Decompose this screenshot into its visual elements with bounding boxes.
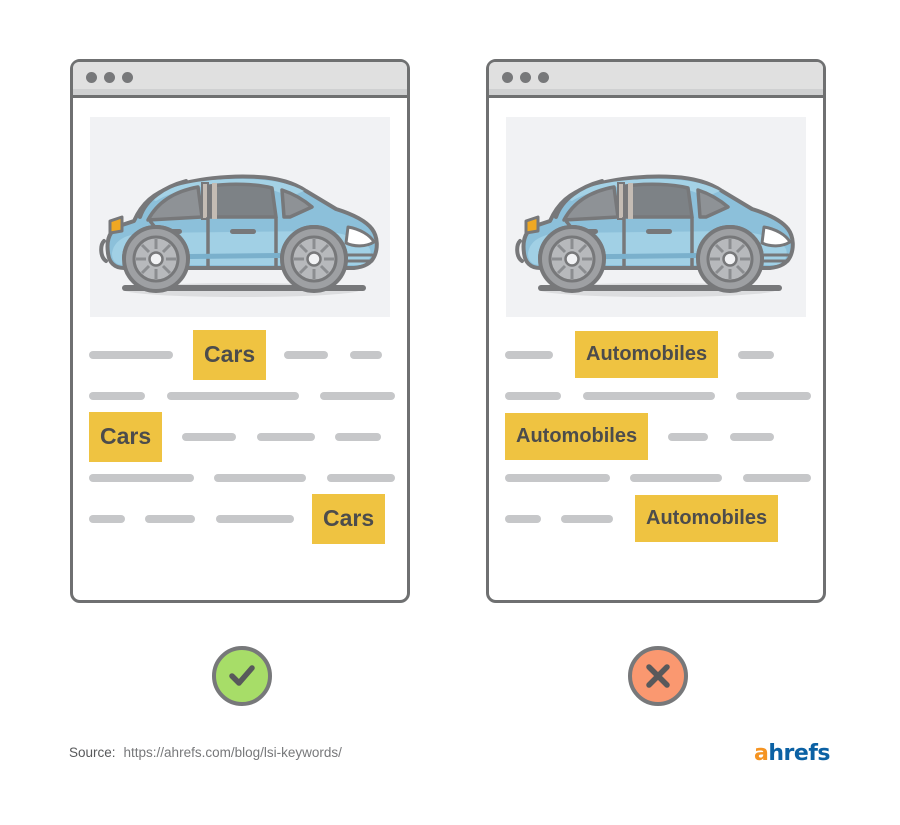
placeholder-text-bar xyxy=(216,514,294,523)
keyword-highlight: Automobiles xyxy=(505,413,649,460)
verdict-badge-recommended xyxy=(212,646,272,706)
text-row: Automobiles xyxy=(505,331,811,378)
logo-accent-letter: a xyxy=(754,741,769,766)
check-icon xyxy=(227,661,257,691)
dot-red-icon[interactable] xyxy=(86,72,97,83)
text-row xyxy=(505,457,811,498)
keyword-highlight: Automobiles xyxy=(575,331,719,378)
keyword-highlight: Cars xyxy=(89,411,163,462)
placeholder-text-bar xyxy=(89,473,194,482)
placeholder-text-bar xyxy=(736,391,811,400)
dot-green-icon[interactable] xyxy=(122,72,133,83)
placeholder-text-bar xyxy=(561,514,613,523)
cross-icon xyxy=(645,663,671,689)
placeholder-text-bar xyxy=(320,391,395,400)
keyword-highlight: Cars xyxy=(193,329,267,380)
text-row: Automobiles xyxy=(505,413,811,460)
text-row: Cars xyxy=(89,493,395,544)
text-row xyxy=(89,457,395,498)
placeholder-text-bar xyxy=(505,350,553,359)
text-row xyxy=(505,375,811,416)
car-illustration xyxy=(90,117,390,317)
placeholder-text-bar xyxy=(738,350,775,359)
placeholder-text-bar xyxy=(505,473,610,482)
placeholder-text-bar xyxy=(730,432,775,441)
placeholder-text-bar xyxy=(89,391,145,400)
source-label: Source: xyxy=(69,745,116,760)
placeholder-text-bar xyxy=(327,473,395,482)
keyword-highlight: Automobiles xyxy=(635,495,779,542)
window-controls xyxy=(86,72,133,83)
text-row: Cars xyxy=(89,329,395,380)
dot-yellow-icon[interactable] xyxy=(520,72,531,83)
dot-yellow-icon[interactable] xyxy=(104,72,115,83)
browser-titlebar xyxy=(489,62,823,98)
placeholder-text-bar xyxy=(284,350,329,359)
page-text-mock: Cars Cars Cars xyxy=(89,329,395,544)
browser-titlebar xyxy=(73,62,407,98)
placeholder-text-bar xyxy=(743,473,811,482)
placeholder-text-bar xyxy=(167,391,299,400)
placeholder-text-bar xyxy=(505,391,561,400)
text-row xyxy=(89,375,395,416)
placeholder-text-bar xyxy=(89,350,173,359)
ahrefs-logo[interactable]: ahrefs xyxy=(754,741,830,766)
keyword-highlight: Cars xyxy=(312,493,386,544)
placeholder-text-bar xyxy=(214,473,306,482)
placeholder-text-bar xyxy=(257,432,316,441)
placeholder-text-bar xyxy=(505,514,541,523)
browser-window-good-example: Cars Cars Cars xyxy=(70,59,410,603)
placeholder-text-bar xyxy=(350,350,383,359)
placeholder-text-bar xyxy=(668,432,709,441)
logo-brand-text: hrefs xyxy=(768,741,830,766)
dot-red-icon[interactable] xyxy=(502,72,513,83)
placeholder-text-bar xyxy=(583,391,715,400)
placeholder-text-bar xyxy=(630,473,722,482)
car-illustration xyxy=(506,117,806,317)
window-controls xyxy=(502,72,549,83)
verdict-badge-not-recommended xyxy=(628,646,688,706)
dot-green-icon[interactable] xyxy=(538,72,549,83)
placeholder-text-bar xyxy=(145,514,195,523)
source-attribution: Source: https://ahrefs.com/blog/lsi-keyw… xyxy=(69,745,342,760)
text-row: Automobiles xyxy=(505,495,811,542)
placeholder-text-bar xyxy=(182,432,237,441)
source-url[interactable]: https://ahrefs.com/blog/lsi-keywords/ xyxy=(124,745,342,760)
browser-window-bad-example: Automobiles Automobiles Automobiles xyxy=(486,59,826,603)
placeholder-text-bar xyxy=(89,514,125,523)
text-row: Cars xyxy=(89,411,395,462)
page-text-mock: Automobiles Automobiles Automobiles xyxy=(505,331,811,542)
placeholder-text-bar xyxy=(335,432,382,441)
